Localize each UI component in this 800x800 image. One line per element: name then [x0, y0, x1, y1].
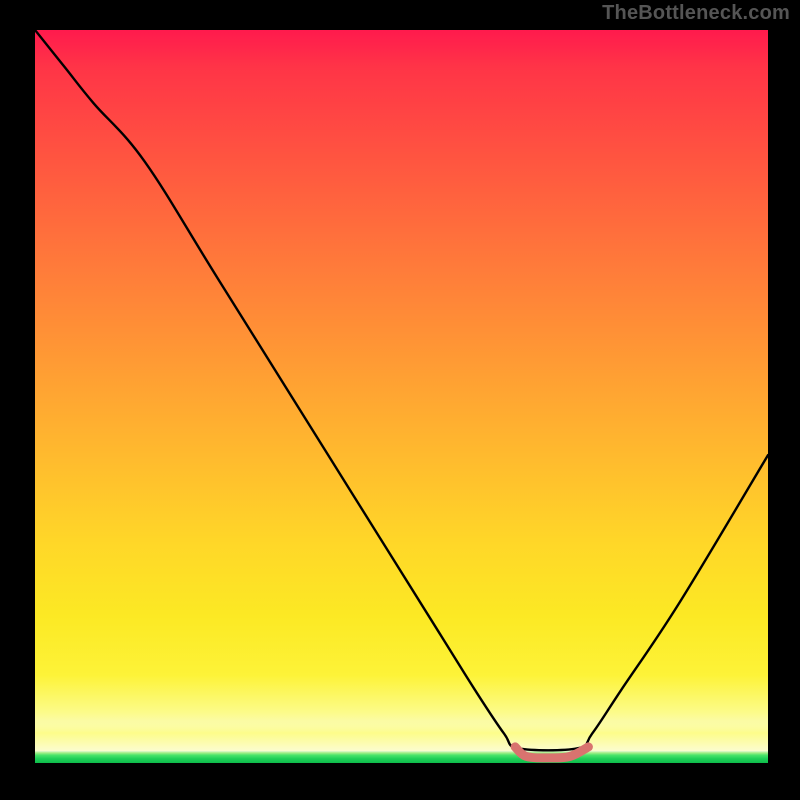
curve-svg: [35, 30, 768, 763]
bottleneck-chart: [35, 30, 768, 763]
bottleneck-curve-path: [35, 30, 768, 750]
watermark-label: TheBottleneck.com: [602, 2, 790, 25]
optimal-range-path: [515, 747, 588, 758]
page-root: TheBottleneck.com: [0, 0, 800, 800]
